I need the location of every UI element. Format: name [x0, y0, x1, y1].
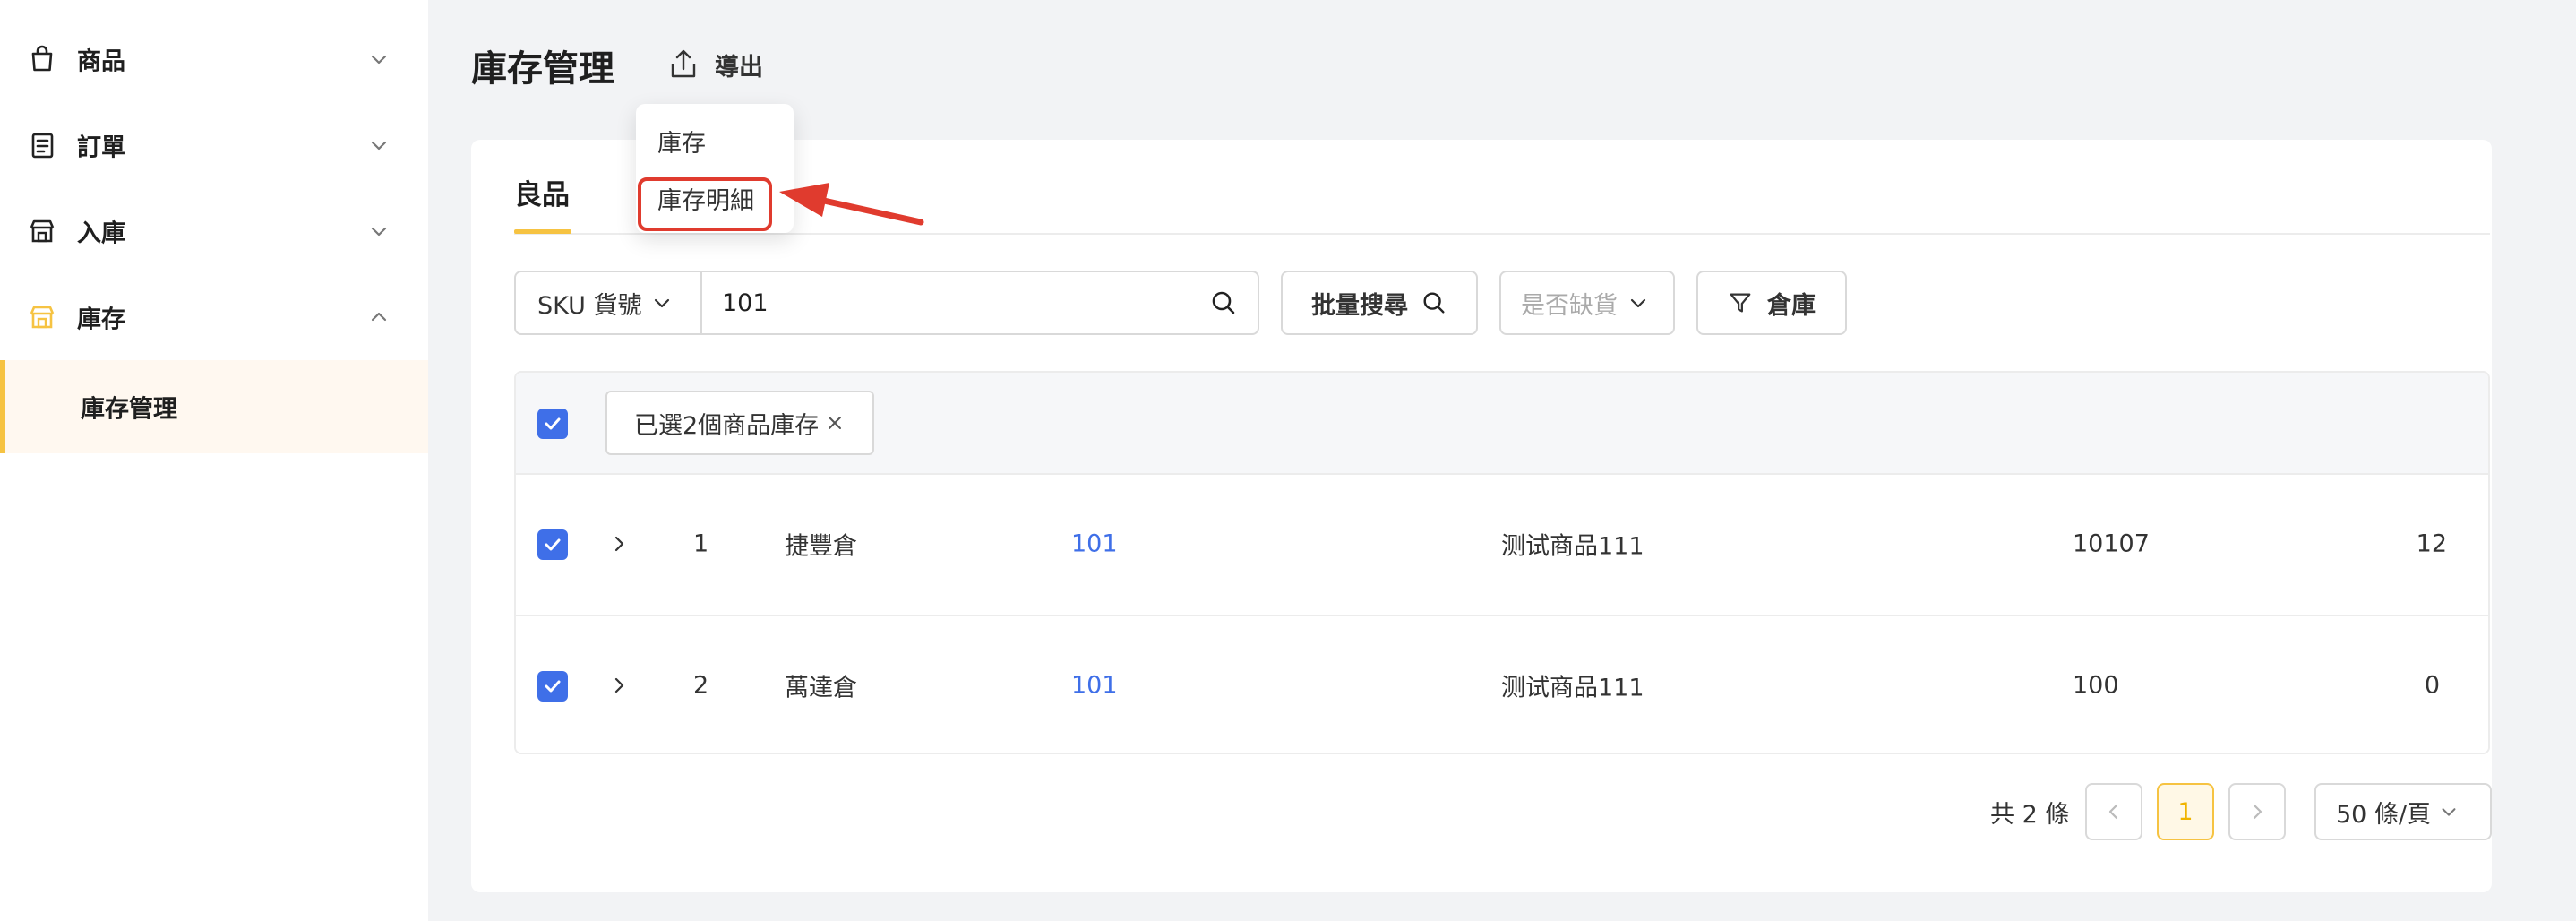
sidebar-item-orders[interactable]: 訂單 — [0, 102, 428, 188]
shopping-bag-icon — [27, 44, 57, 74]
table-row: 2 萬達倉 101 测试商品111 100 0 — [516, 615, 2488, 753]
sidebar-item-label: 訂單 — [77, 133, 125, 162]
sidebar: 商品 訂單 入庫 庫存 庫存管理 — [0, 0, 428, 921]
chevron-down-icon — [371, 55, 387, 65]
search-input-value: 101 — [722, 288, 769, 317]
chevron-down-icon — [1630, 298, 1646, 308]
table-row: 1 捷豐倉 101 测试商品111 10107 12 — [516, 473, 2488, 613]
prev-page-button[interactable] — [2085, 783, 2142, 840]
sidebar-item-products[interactable]: 商品 — [0, 16, 428, 102]
warehouse-filter-button[interactable]: 倉庫 — [1696, 271, 1847, 335]
check-icon — [545, 680, 561, 693]
chevron-right-icon[interactable] — [607, 532, 631, 555]
out-of-stock-select[interactable]: 是否缺貨 — [1499, 271, 1675, 335]
chevron-right-icon[interactable] — [607, 674, 631, 697]
select-all-checkbox[interactable] — [537, 409, 568, 439]
row-checkbox[interactable] — [537, 671, 568, 702]
annotation-arrow — [779, 183, 924, 226]
search-field-value: SKU 貨號 — [537, 291, 642, 320]
page-title: 庫存管理 — [471, 48, 614, 90]
chevron-left-icon — [2108, 804, 2118, 820]
warehouse-cell: 捷豐倉 — [785, 532, 857, 561]
product-name-cell: 测试商品111 — [1501, 674, 1644, 702]
warehouse-icon — [27, 302, 57, 332]
export-button[interactable]: 導出 — [650, 32, 785, 97]
chevron-down-icon — [371, 227, 387, 237]
page-number-current[interactable]: 1 — [2157, 783, 2214, 840]
sidebar-subitem-inventory-management[interactable]: 庫存管理 — [0, 360, 428, 453]
search-icon[interactable] — [1209, 288, 1238, 317]
row-checkbox[interactable] — [537, 529, 568, 560]
sidebar-item-inventory[interactable]: 庫存 — [0, 274, 428, 360]
chevron-down-icon — [2442, 808, 2456, 816]
menu-item-inventory-detail[interactable]: 庫存明細 — [657, 181, 754, 216]
table-header: 已選2個商品庫存 — [516, 373, 2488, 475]
quantity-cell: 0 — [2424, 671, 2440, 700]
upload-icon — [671, 49, 696, 78]
chevron-up-icon — [371, 312, 387, 322]
sidebar-item-label: 商品 — [77, 47, 125, 76]
sidebar-item-inbound[interactable]: 入庫 — [0, 188, 428, 274]
product-name-cell: 测试商品111 — [1501, 532, 1644, 561]
check-icon — [545, 538, 561, 551]
chevron-down-icon — [655, 298, 670, 308]
sidebar-item-label: 庫存 — [77, 306, 125, 334]
search-field-select[interactable]: SKU 貨號 — [514, 271, 702, 335]
out-of-stock-placeholder: 是否缺貨 — [1521, 291, 1618, 320]
batch-search-label: 批量搜尋 — [1311, 291, 1408, 320]
barcode-cell: 10107 — [2073, 529, 2150, 558]
selection-tag: 已選2個商品庫存 — [605, 391, 875, 455]
row-index: 2 — [693, 671, 709, 700]
batch-search-button[interactable]: 批量搜尋 — [1281, 271, 1478, 335]
tab-good-products[interactable]: 良品 — [514, 172, 570, 212]
sku-link[interactable]: 101 — [1071, 530, 1118, 558]
menu-item-inventory[interactable]: 庫存 — [657, 124, 706, 159]
export-label: 導出 — [715, 53, 763, 82]
row-index: 1 — [693, 529, 709, 558]
chevron-down-icon — [371, 141, 387, 151]
inventory-card: 良品 SKU 貨號 101 批量搜尋 是否缺貨 倉庫 已選2個商品庫存 1 捷豐… — [471, 140, 2492, 892]
barcode-cell: 100 — [2073, 671, 2119, 700]
check-icon — [545, 417, 561, 430]
chevron-right-icon — [2253, 804, 2263, 820]
inbound-store-icon — [27, 216, 57, 246]
sku-link[interactable]: 101 — [1071, 672, 1118, 700]
pagination-total: 共 2 條 — [1990, 800, 2070, 829]
active-tab-indicator — [514, 229, 571, 234]
page-size-value: 50 條/頁 — [2336, 800, 2432, 829]
filter-icon — [1730, 293, 1751, 313]
selection-tag-label: 已選2個商品庫存 — [634, 411, 820, 440]
search-input[interactable]: 101 — [700, 271, 1259, 335]
sidebar-subitem-label: 庫存管理 — [81, 395, 177, 424]
warehouse-cell: 萬達倉 — [785, 674, 857, 702]
warehouse-filter-label: 倉庫 — [1767, 291, 1816, 320]
inventory-table: 已選2個商品庫存 1 捷豐倉 101 测试商品111 10107 12 2 萬達… — [514, 371, 2490, 754]
quantity-cell: 12 — [2416, 529, 2447, 558]
next-page-button[interactable] — [2228, 783, 2286, 840]
close-icon[interactable] — [824, 412, 846, 434]
sidebar-item-label: 入庫 — [77, 219, 125, 248]
page-size-select[interactable]: 50 條/頁 — [2314, 783, 2492, 840]
search-icon — [1423, 292, 1445, 314]
order-list-icon — [27, 130, 57, 160]
